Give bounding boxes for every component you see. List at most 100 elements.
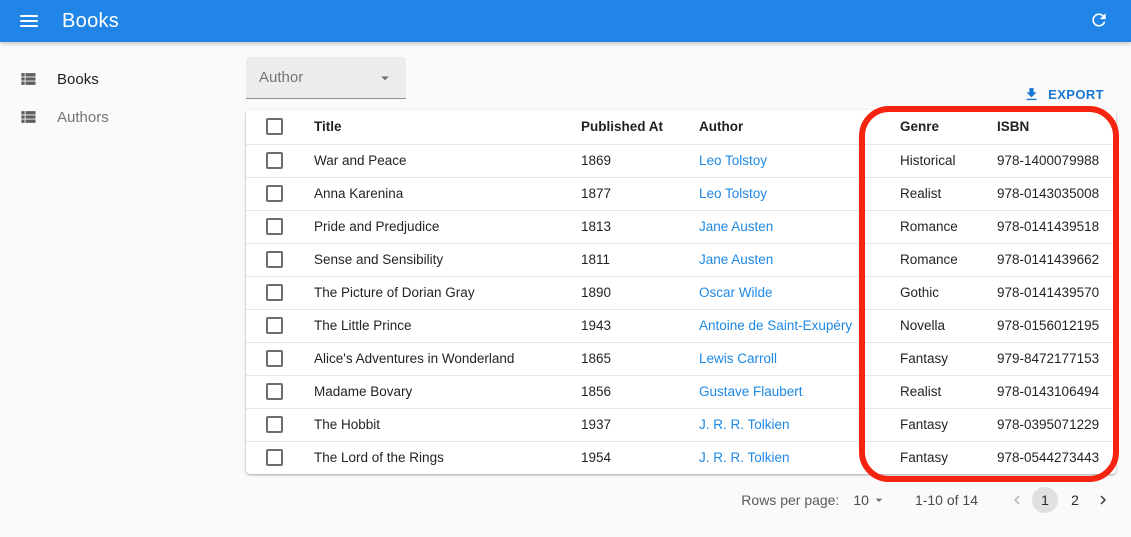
author-link[interactable]: Gustave Flaubert [699, 384, 803, 399]
cell-isbn: 979-8472177153 [985, 342, 1116, 375]
cell-published-at: 1943 [569, 309, 687, 342]
row-checkbox[interactable] [266, 383, 283, 400]
cell-published-at: 1954 [569, 441, 687, 474]
cell-genre: Novella [888, 309, 985, 342]
sidebar-item-authors[interactable]: Authors [0, 98, 240, 136]
table-row[interactable]: The Little Prince 1943 Antoine de Saint-… [246, 309, 1116, 342]
books-table: Title Published At Author Genre ISBN War… [246, 110, 1116, 474]
cell-title: War and Peace [302, 144, 569, 177]
table-row[interactable]: The Hobbit 1937 J. R. R. Tolkien Fantasy… [246, 408, 1116, 441]
table-row[interactable]: Anna Karenina 1877 Leo Tolstoy Realist 9… [246, 177, 1116, 210]
sidebar: Books Authors [0, 42, 240, 537]
cell-genre: Historical [888, 144, 985, 177]
author-link[interactable]: Jane Austen [699, 252, 773, 267]
column-header-published-at[interactable]: Published At [569, 110, 687, 144]
chevron-down-icon [376, 69, 394, 87]
cell-published-at: 1856 [569, 375, 687, 408]
page-button-1[interactable]: 1 [1032, 487, 1058, 513]
row-checkbox[interactable] [266, 449, 283, 466]
rows-per-page-label: Rows per page: [741, 492, 839, 508]
table-header-row: Title Published At Author Genre ISBN [246, 110, 1116, 144]
rows-per-page-value: 10 [853, 492, 869, 508]
cell-genre: Romance [888, 243, 985, 276]
cell-isbn: 978-0395071229 [985, 408, 1116, 441]
author-link[interactable]: J. R. R. Tolkien [699, 450, 790, 465]
cell-isbn: 978-0143035008 [985, 177, 1116, 210]
view-list-icon [18, 107, 38, 127]
cell-title: Alice's Adventures in Wonderland [302, 342, 569, 375]
cell-genre: Fantasy [888, 441, 985, 474]
table-row[interactable]: Alice's Adventures in Wonderland 1865 Le… [246, 342, 1116, 375]
table-row[interactable]: Pride and Predjudice 1813 Jane Austen Ro… [246, 210, 1116, 243]
page-button-2[interactable]: 2 [1062, 487, 1088, 513]
cell-genre: Romance [888, 210, 985, 243]
author-filter-label: Author [259, 69, 376, 86]
author-link[interactable]: Lewis Carroll [699, 351, 777, 366]
author-filter-select[interactable]: Author [246, 57, 406, 99]
row-checkbox[interactable] [266, 416, 283, 433]
author-link[interactable]: Oscar Wilde [699, 285, 773, 300]
table-body: War and Peace 1869 Leo Tolstoy Historica… [246, 144, 1116, 474]
cell-title: Sense and Sensibility [302, 243, 569, 276]
sidebar-item-label: Authors [57, 109, 109, 126]
view-list-icon [18, 69, 38, 89]
cell-title: The Picture of Dorian Gray [302, 276, 569, 309]
books-table-card: Title Published At Author Genre ISBN War… [246, 110, 1116, 474]
cell-genre: Realist [888, 375, 985, 408]
author-link[interactable]: J. R. R. Tolkien [699, 417, 790, 432]
column-header-author[interactable]: Author [687, 110, 888, 144]
table-row[interactable]: The Lord of the Rings 1954 J. R. R. Tolk… [246, 441, 1116, 474]
cell-isbn: 978-0141439570 [985, 276, 1116, 309]
main-panel: Author EXPORT Ti [240, 42, 1131, 537]
row-checkbox[interactable] [266, 284, 283, 301]
author-link[interactable]: Leo Tolstoy [699, 186, 767, 201]
cell-genre: Gothic [888, 276, 985, 309]
column-header-genre[interactable]: Genre [888, 110, 985, 144]
export-button[interactable]: EXPORT [1015, 82, 1112, 107]
refresh-icon[interactable] [1087, 9, 1111, 33]
row-checkbox[interactable] [266, 218, 283, 235]
table-row[interactable]: The Picture of Dorian Gray 1890 Oscar Wi… [246, 276, 1116, 309]
cell-title: Pride and Predjudice [302, 210, 569, 243]
cell-genre: Realist [888, 177, 985, 210]
page-navigation: 1 2 [1004, 487, 1116, 513]
row-checkbox[interactable] [266, 317, 283, 334]
cell-isbn: 978-0141439518 [985, 210, 1116, 243]
table-row[interactable]: Madame Bovary 1856 Gustave Flaubert Real… [246, 375, 1116, 408]
cell-published-at: 1877 [569, 177, 687, 210]
cell-title: The Lord of the Rings [302, 441, 569, 474]
next-page-button[interactable] [1090, 487, 1116, 513]
table-row[interactable]: Sense and Sensibility 1811 Jane Austen R… [246, 243, 1116, 276]
cell-published-at: 1937 [569, 408, 687, 441]
table-row[interactable]: War and Peace 1869 Leo Tolstoy Historica… [246, 144, 1116, 177]
chevron-left-icon [1008, 491, 1026, 509]
rows-per-page-select[interactable]: 10 [853, 492, 887, 508]
cell-genre: Fantasy [888, 342, 985, 375]
pagination-bar: Rows per page: 10 1-10 of 14 1 2 [246, 479, 1116, 521]
previous-page-button[interactable] [1004, 487, 1030, 513]
app-bar: Books [0, 0, 1131, 42]
row-checkbox[interactable] [266, 185, 283, 202]
cell-genre: Fantasy [888, 408, 985, 441]
row-checkbox[interactable] [266, 251, 283, 268]
cell-isbn: 978-0143106494 [985, 375, 1116, 408]
author-link[interactable]: Jane Austen [699, 219, 773, 234]
app-title: Books [62, 10, 119, 33]
cell-title: Madame Bovary [302, 375, 569, 408]
download-icon [1023, 86, 1040, 103]
list-toolbar: Author EXPORT [246, 42, 1116, 110]
author-link[interactable]: Leo Tolstoy [699, 153, 767, 168]
cell-published-at: 1869 [569, 144, 687, 177]
page: Books Books Authors Author [0, 0, 1131, 537]
sidebar-item-books[interactable]: Books [0, 60, 240, 98]
author-link[interactable]: Antoine de Saint-Exupéry [699, 318, 852, 333]
cell-title: The Hobbit [302, 408, 569, 441]
select-all-checkbox[interactable] [266, 118, 283, 135]
column-header-isbn[interactable]: ISBN [985, 110, 1116, 144]
pagination-range: 1-10 of 14 [915, 492, 978, 508]
menu-icon[interactable] [20, 9, 44, 33]
cell-published-at: 1890 [569, 276, 687, 309]
row-checkbox[interactable] [266, 350, 283, 367]
row-checkbox[interactable] [266, 152, 283, 169]
column-header-title[interactable]: Title [302, 110, 569, 144]
